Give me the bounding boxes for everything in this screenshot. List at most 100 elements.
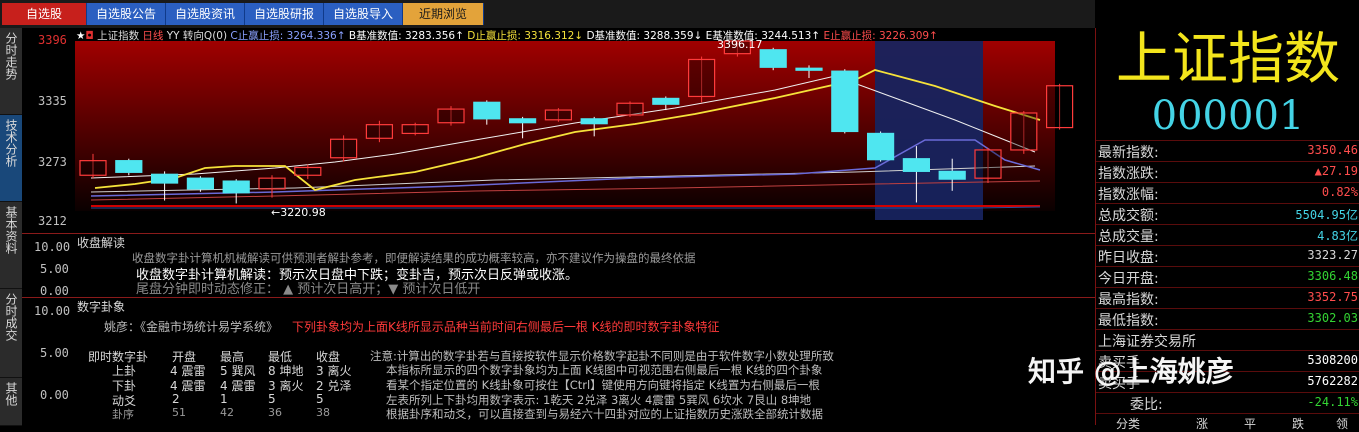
quote-row: 指数涨跌: ▲27.19 (1096, 161, 1359, 183)
pane2-y-tick: 5.00 (40, 346, 69, 360)
pane1-y-tick: 10.00 (34, 240, 71, 254)
star-icon[interactable]: ★ (76, 30, 85, 42)
candle-body (401, 124, 429, 135)
quote-row: 总成交量: 4.83亿 (1096, 224, 1359, 246)
row-key: 最高指数: (1098, 292, 1159, 308)
tab-watchlist-research[interactable]: 自选股研报 (245, 3, 324, 25)
tab-watchlist[interactable]: 自选股 (2, 3, 87, 25)
row-key: 指数涨幅: (1098, 187, 1159, 203)
b-base-value: 3283.356↑ (404, 30, 464, 42)
row-value: 0.82% (1321, 185, 1358, 199)
candle-body (115, 160, 143, 173)
col-header[interactable]: 跌 (1292, 415, 1304, 432)
side-tab-trades[interactable]: 分时成交 (0, 289, 22, 378)
row-key: 今日开盘: (1098, 271, 1159, 287)
hex-cell: 51 (172, 406, 186, 419)
row-value: 3323.27 (1307, 248, 1358, 262)
pane1-title: 收盘解读 (77, 236, 126, 250)
close-marker-icon[interactable]: ◘ (85, 30, 93, 42)
side-tab-intraday[interactable]: 分时走势 (0, 28, 22, 115)
chart-header: ★◘ 上证指数 日线 YY 转向Q(0) C止赢止损: 3264.336↑ B基… (76, 28, 938, 42)
candle-body (652, 97, 680, 105)
quote-row: 总成交额: 5504.95亿 (1096, 203, 1359, 225)
d-stop-label: D止赢止损: (467, 30, 521, 42)
candle-body (580, 118, 608, 125)
hex-cell: 2 (172, 392, 180, 406)
c-stop-value: 3264.336↑ (286, 30, 346, 42)
row-value: 3352.75 (1307, 290, 1358, 304)
side-tab-other[interactable]: 其他 (0, 378, 22, 426)
row-key: 最低指数: (1098, 313, 1159, 329)
candle-body (186, 177, 215, 190)
candle-body (330, 138, 358, 159)
kline-chart[interactable]: 3396.17 ←3220.98 (75, 28, 1095, 232)
candle-body (974, 149, 1002, 179)
side-tab-label: 其他 (4, 382, 18, 406)
candle-body (866, 132, 895, 161)
row-value: -24.11% (1307, 395, 1358, 409)
category-header: 分类 涨 平 跌 领 (1096, 413, 1359, 431)
exchange-row: 上海证券交易所 (1096, 329, 1359, 351)
hex-cell: 卦序 (112, 408, 134, 421)
quote-row: 今日开盘: 3306.48 (1096, 266, 1359, 288)
col-header[interactable]: 平 (1244, 415, 1256, 432)
c-stop-label: C止赢止损: (230, 30, 284, 42)
row-key: 昨日收盘: (1098, 250, 1159, 266)
side-tab-fundamentals[interactable]: 基本资料 (0, 202, 22, 289)
col-header[interactable]: 分类 (1116, 415, 1140, 432)
candle-body (1010, 112, 1038, 151)
pane-divider (22, 233, 1095, 234)
y-tick: 3273 (38, 155, 67, 169)
index-name: 上证指数 (97, 30, 140, 42)
side-tab-label: 技术分析 (4, 119, 18, 167)
quote-index-name: 上证指数 (1116, 27, 1340, 92)
row-value: 5308200 (1307, 353, 1358, 367)
side-tab-label: 分时走势 (4, 32, 18, 80)
quote-row: 昨日收盘: 3323.27 (1096, 245, 1359, 267)
tab-watchlist-announcements[interactable]: 自选股公告 (87, 3, 166, 25)
candle-body (79, 160, 107, 176)
candle-body (294, 166, 322, 176)
hex-note: 本指标所显示的四个数字卦象均为上面 K线图中可视范围右侧最后一根 K线的四个卦象 (386, 363, 823, 377)
hex-cell: 1 (220, 392, 228, 406)
period-label[interactable]: 日线 (142, 30, 163, 42)
quote-row: 最新指数: 3350.46 (1096, 140, 1359, 162)
row-value: ▲27.19 (1314, 164, 1358, 178)
tab-watchlist-import[interactable]: 自选股导入 (324, 3, 403, 25)
pane2-note-red: 下列卦象均为上面K线所显示品种当前时间右侧最后一根 K线的即时数字卦象特征 (292, 320, 720, 334)
row-value: 3306.48 (1307, 269, 1358, 283)
exchange-name: 上海证券交易所 (1098, 334, 1196, 350)
e-base-label: E基准数值: (705, 30, 758, 42)
top-tab-bar: 自选股 自选股公告 自选股资讯 自选股研报 自选股导入 近期浏览 (0, 0, 1095, 28)
e-stop-value: 3226.309↑ (878, 30, 938, 42)
quote-row: 指数涨幅: 0.82% (1096, 182, 1359, 204)
row-value: 3350.46 (1307, 143, 1358, 157)
low-price-label: ←3220.98 (271, 206, 326, 219)
row-value: 5504.95亿 (1295, 208, 1358, 222)
b-base-label: B基准数值: (348, 30, 402, 42)
tab-watchlist-news[interactable]: 自选股资讯 (166, 3, 245, 25)
tab-recent[interactable]: 近期浏览 (403, 3, 484, 25)
candle-body (795, 67, 823, 71)
pane2-y-tick: 0.00 (40, 388, 69, 402)
quote-row: 最高指数: 3352.75 (1096, 287, 1359, 309)
order-ratio-row: 委比: -24.11% (1096, 392, 1359, 414)
indicator-label[interactable]: YY 转向Q(0) (167, 30, 227, 42)
row-value: 3302.03 (1307, 311, 1358, 325)
kline-svg: 3396.17 ←3220.98 (75, 28, 1095, 232)
hex-cell: 5 (316, 392, 324, 406)
d-base-value: 3288.359↓ (643, 30, 703, 42)
pane1-tail-correction: 尾盘分钟即时动态修正： ▲ 预计次日高开；▼ 预计次日低开 (136, 282, 481, 297)
side-tab-technical[interactable]: 技术分析 (0, 115, 22, 202)
candle-body (831, 70, 859, 133)
candle-body (544, 109, 572, 121)
pane1-y-tick: 5.00 (40, 262, 69, 276)
col-header[interactable]: 涨 (1196, 415, 1208, 432)
quote-row: 最低指数: 3302.03 (1096, 308, 1359, 330)
pane1-y-tick: 0.00 (40, 284, 69, 298)
candle-body (150, 173, 179, 184)
pane2-title: 数字卦象 (77, 300, 126, 314)
hex-note: 看某个指定位置的 K线卦象可按住【Ctrl】键使用方向键将指定 K线置为右侧最后… (386, 378, 820, 392)
pane2-y-tick: 10.00 (34, 304, 71, 318)
col-header[interactable]: 领 (1336, 415, 1348, 432)
